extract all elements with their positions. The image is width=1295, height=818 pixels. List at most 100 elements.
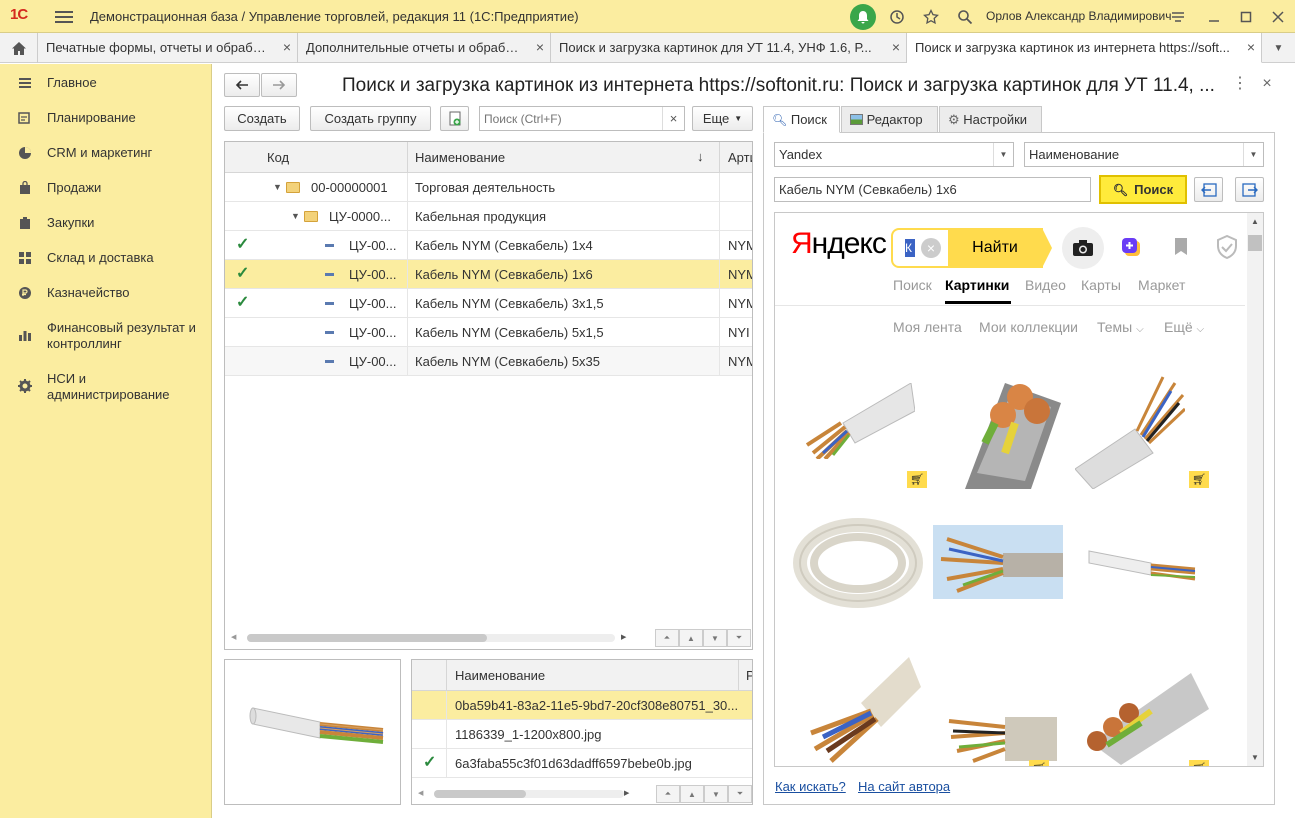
items-table[interactable]: Код Наименование ↓ Арти ▼ 00-00000001 Торг…: [224, 141, 753, 650]
field-select[interactable]: Наименование ▼: [1024, 142, 1264, 167]
tab-close-icon[interactable]: ×: [283, 39, 291, 55]
scroll-down-icon[interactable]: ▼: [1251, 753, 1259, 762]
yandex-subnav-topics[interactable]: Темы ⌵: [1097, 319, 1144, 335]
camera-icon[interactable]: [1062, 227, 1104, 269]
yandex-nav-market[interactable]: Маркет: [1138, 277, 1185, 293]
sidebar-item-sales[interactable]: Продажи: [0, 180, 212, 196]
column-header-article[interactable]: Арти: [728, 150, 752, 165]
files-table[interactable]: Наименование Р 0ba59b41-83a2-11e5-9bd7-2…: [411, 659, 753, 805]
dropdown-arrow-icon[interactable]: ▼: [993, 143, 1013, 166]
column-header-r[interactable]: Р: [746, 668, 752, 683]
scroll-up-icon[interactable]: ▲: [680, 785, 704, 803]
cart-badge-icon[interactable]: 🛒︎: [1029, 760, 1049, 766]
user-name[interactable]: Орлов Александр Владимирович: [986, 9, 1172, 23]
tab-settings[interactable]: ⚙ Настройки: [939, 106, 1042, 133]
window-tab-image-search-ut[interactable]: Поиск и загрузка картинок для УТ 11.4, У…: [551, 33, 907, 63]
author-site-link[interactable]: На сайт автора: [858, 779, 950, 794]
yandex-search-input[interactable]: К: [905, 239, 915, 257]
column-header-code[interactable]: Код: [267, 150, 289, 165]
sidebar-item-warehouse[interactable]: Склад и доставка: [0, 250, 212, 266]
sort-down-icon[interactable]: ↓: [697, 149, 704, 164]
yandex-nav-search[interactable]: Поиск: [893, 277, 932, 293]
sidebar-item-treasury[interactable]: Казначейство: [0, 285, 212, 301]
table-row[interactable]: ✓ ЦУ-00... Кабель NYM (Севкабель) 1х6 NYM: [225, 260, 752, 289]
browser-vertical-scrollbar[interactable]: [1247, 213, 1263, 766]
scroll-down-icon[interactable]: ▼: [703, 629, 727, 647]
result-image-6[interactable]: [1087, 545, 1199, 585]
scroll-right-icon[interactable]: ▶: [621, 633, 626, 641]
minimize-icon[interactable]: [1204, 7, 1224, 27]
sidebar-item-planning[interactable]: Планирование: [0, 110, 212, 126]
horizontal-scrollbar-thumb[interactable]: [247, 634, 487, 642]
clear-icon[interactable]: ×: [921, 238, 941, 258]
create-button[interactable]: Создать: [224, 106, 300, 131]
yandex-find-button[interactable]: Найти: [948, 228, 1042, 268]
scroll-left-icon[interactable]: ◀: [231, 633, 236, 641]
yandex-subnav-feed[interactable]: Моя лента: [893, 319, 962, 335]
column-header-file-name[interactable]: Наименование: [455, 668, 545, 683]
scroll-bottom-icon[interactable]: ⏷: [727, 629, 751, 647]
horizontal-scrollbar-thumb[interactable]: [434, 790, 526, 798]
form-close-icon[interactable]: ×: [1260, 76, 1274, 92]
search-icon[interactable]: [955, 7, 975, 27]
bookmark-icon[interactable]: [1173, 237, 1189, 257]
notifications-bell-icon[interactable]: [850, 4, 876, 30]
collections-plus-icon[interactable]: [1121, 237, 1141, 257]
scroll-top-icon[interactable]: ⏶: [656, 785, 680, 803]
more-button[interactable]: Еще ▼: [692, 106, 753, 131]
copy-button[interactable]: [440, 106, 469, 131]
favorites-star-icon[interactable]: [921, 7, 941, 27]
tabs-dropdown-icon[interactable]: ▼: [1262, 33, 1295, 63]
tab-close-icon[interactable]: ×: [536, 39, 544, 55]
result-image-2[interactable]: [935, 363, 1061, 489]
file-row[interactable]: 1186339_1-1200x800.jpg: [412, 720, 752, 749]
scroll-bottom-icon[interactable]: ⏷: [728, 785, 752, 803]
tab-search[interactable]: 🔍︎ Поиск: [763, 106, 840, 133]
yandex-nav-maps[interactable]: Карты: [1081, 277, 1121, 293]
search-button[interactable]: 🔍︎ Поиск: [1099, 175, 1187, 204]
open-external-button[interactable]: [1235, 177, 1264, 202]
shield-icon[interactable]: [1216, 234, 1238, 260]
yandex-logo[interactable]: Яндекс: [791, 227, 887, 261]
result-image-7[interactable]: [801, 657, 921, 765]
main-menu-icon[interactable]: [55, 8, 73, 24]
column-header-name[interactable]: Наименование: [415, 150, 505, 165]
table-row[interactable]: ЦУ-00... Кабель NYM (Севкабель) 5х1,5 NYI: [225, 318, 752, 347]
search-input-box[interactable]: ×: [479, 106, 685, 131]
dropdown-arrow-icon[interactable]: ▼: [1243, 143, 1263, 166]
window-tab-image-search-internet[interactable]: Поиск и загрузка картинок из интернета h…: [907, 33, 1262, 63]
search-input[interactable]: [480, 107, 662, 130]
scroll-top-icon[interactable]: ⏶: [655, 629, 679, 647]
table-row[interactable]: ЦУ-00... Кабель NYM (Севкабель) 5х35 NYM: [225, 347, 752, 376]
home-icon[interactable]: [0, 33, 38, 63]
create-group-button[interactable]: Создать группу: [310, 106, 431, 131]
tab-close-icon[interactable]: ×: [1247, 39, 1255, 55]
window-tab-additional-reports[interactable]: Дополнительные отчеты и обработки ×: [298, 33, 551, 63]
table-row[interactable]: ▼ ЦУ-0000... Кабельная продукция: [225, 202, 752, 231]
yandex-subnav-more[interactable]: Ещё ⌵: [1164, 319, 1204, 335]
close-icon[interactable]: [1268, 7, 1288, 27]
expand-triangle-icon[interactable]: ▼: [291, 211, 300, 221]
forward-button[interactable]: [261, 73, 297, 97]
browser-scroll-thumb[interactable]: [1248, 235, 1262, 251]
scroll-left-icon[interactable]: ◀: [418, 789, 423, 797]
sidebar-item-main[interactable]: Главное: [0, 75, 212, 91]
back-button[interactable]: [224, 73, 260, 97]
cart-badge-icon[interactable]: 🛒︎: [907, 471, 927, 488]
scroll-right-icon[interactable]: ▶: [624, 789, 629, 797]
table-row[interactable]: ✓ ЦУ-00... Кабель NYM (Севкабель) 3х1,5 NYM: [225, 289, 752, 318]
sidebar-item-purchases[interactable]: Закупки: [0, 215, 212, 231]
file-row[interactable]: ✓ 6a3faba55c3f01d63dadff6597bebe0b.jpg: [412, 749, 752, 778]
yandex-nav-video[interactable]: Видео: [1025, 277, 1066, 293]
result-image-9[interactable]: [1071, 653, 1209, 765]
scroll-up-icon[interactable]: ▲: [1251, 217, 1259, 226]
result-image-5[interactable]: [933, 525, 1063, 599]
result-image-1[interactable]: [803, 383, 915, 459]
settings-menu-icon[interactable]: [1168, 7, 1188, 27]
embedded-browser[interactable]: Яндекс К × Найти Поиск Картинки Видео Ка…: [774, 212, 1264, 767]
window-tab-print-forms[interactable]: Печатные формы, отчеты и обработки ×: [38, 33, 298, 63]
sidebar-item-admin[interactable]: НСИ и администрирование: [0, 371, 212, 403]
table-row[interactable]: ✓ ЦУ-00... Кабель NYM (Севкабель) 1х4 NYM: [225, 231, 752, 260]
tab-close-icon[interactable]: ×: [892, 39, 900, 55]
more-actions-icon[interactable]: ⋮: [1232, 76, 1248, 92]
